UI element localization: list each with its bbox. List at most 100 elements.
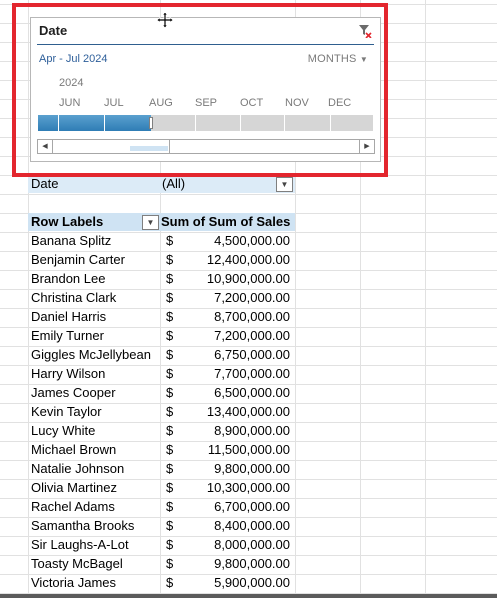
sales-value[interactable]: 8,900,000.00 — [214, 423, 290, 438]
time-level-dropdown[interactable]: MONTHS ▼ — [308, 53, 368, 65]
table-row[interactable]: Samantha Brooks $8,400,000.00 — [28, 516, 295, 535]
sales-value[interactable]: 10,300,000.00 — [207, 480, 290, 495]
period-divider — [240, 115, 241, 131]
row-label[interactable]: Banana Splitz — [31, 233, 111, 248]
currency-symbol: $ — [166, 328, 174, 343]
row-label[interactable]: Sir Laughs-A-Lot — [31, 537, 129, 552]
row-label[interactable]: Olivia Martinez — [31, 480, 117, 495]
currency-symbol: $ — [166, 290, 174, 305]
gridline-horizontal — [0, 194, 497, 195]
selection-resize-handle[interactable] — [149, 117, 153, 129]
table-row[interactable]: Banana Splitz $4,500,000.00 — [28, 231, 295, 250]
scroll-left-icon[interactable]: ◀ — [38, 140, 53, 153]
month-label: JUL — [104, 97, 124, 109]
row-label[interactable]: Samantha Brooks — [31, 518, 134, 533]
row-label[interactable]: Rachel Adams — [31, 499, 115, 514]
table-row[interactable]: Lucy White $8,900,000.00 — [28, 421, 295, 440]
row-label[interactable]: Natalie Johnson — [31, 461, 124, 476]
sales-value[interactable]: 6,500,000.00 — [214, 385, 290, 400]
row-label[interactable]: Kevin Taylor — [31, 404, 102, 419]
row-label[interactable]: Emily Turner — [31, 328, 104, 343]
slicer-title: Date — [39, 23, 68, 38]
sales-value[interactable]: 9,800,000.00 — [214, 556, 290, 571]
sales-value[interactable]: 7,200,000.00 — [214, 328, 290, 343]
timeline-selection[interactable] — [38, 115, 151, 131]
row-label[interactable]: Daniel Harris — [31, 309, 106, 324]
table-row[interactable]: Michael Brown $11,500,000.00 — [28, 440, 295, 459]
row-labels-filter-icon[interactable]: ▼ — [142, 215, 159, 230]
currency-symbol: $ — [166, 518, 174, 533]
scroll-preview-band — [130, 146, 168, 151]
table-row[interactable]: Sir Laughs-A-Lot $8,000,000.00 — [28, 535, 295, 554]
table-row[interactable]: Rachel Adams $6,700,000.00 — [28, 497, 295, 516]
currency-symbol: $ — [166, 309, 174, 324]
row-label[interactable]: Lucy White — [31, 423, 95, 438]
sales-value[interactable]: 7,700,000.00 — [214, 366, 290, 381]
table-row[interactable]: Brandon Lee $10,900,000.00 — [28, 269, 295, 288]
sales-value[interactable]: 8,400,000.00 — [214, 518, 290, 533]
period-divider — [104, 115, 105, 131]
currency-symbol: $ — [166, 366, 174, 381]
row-label[interactable]: Giggles McJellybean — [31, 347, 151, 362]
scroll-thumb[interactable] — [169, 140, 369, 153]
table-row[interactable]: Natalie Johnson $9,800,000.00 — [28, 459, 295, 478]
row-labels-header: Row Labels — [31, 214, 104, 229]
table-row[interactable]: Harry Wilson $7,700,000.00 — [28, 364, 295, 383]
table-row[interactable]: Christina Clark $7,200,000.00 — [28, 288, 295, 307]
filter-dropdown-icon[interactable]: ▼ — [276, 177, 293, 192]
currency-symbol: $ — [166, 461, 174, 476]
currency-symbol: $ — [166, 537, 174, 552]
sales-value[interactable]: 13,400,000.00 — [207, 404, 290, 419]
clear-filter-icon[interactable] — [358, 24, 372, 43]
table-row[interactable]: Emily Turner $7,200,000.00 — [28, 326, 295, 345]
table-row[interactable]: James Cooper $6,500,000.00 — [28, 383, 295, 402]
sales-value[interactable]: 10,900,000.00 — [207, 271, 290, 286]
row-label[interactable]: Victoria James — [31, 575, 116, 590]
timeline-scrollbar[interactable]: ◀ ▶ — [37, 139, 375, 154]
year-label: 2024 — [59, 77, 84, 89]
row-label[interactable]: Harry Wilson — [31, 366, 105, 381]
month-label: JUN — [59, 97, 81, 109]
currency-symbol: $ — [166, 423, 174, 438]
scroll-right-icon[interactable]: ▶ — [359, 140, 374, 153]
sales-value[interactable]: 8,000,000.00 — [214, 537, 290, 552]
table-row[interactable]: Daniel Harris $8,700,000.00 — [28, 307, 295, 326]
sales-value[interactable]: 4,500,000.00 — [214, 233, 290, 248]
currency-symbol: $ — [166, 347, 174, 362]
slicer-header-divider — [37, 44, 374, 45]
filter-value[interactable]: (All) — [162, 176, 185, 191]
sales-value[interactable]: 9,800,000.00 — [214, 461, 290, 476]
table-row[interactable]: Kevin Taylor $13,400,000.00 — [28, 402, 295, 421]
month-label: AUG — [149, 97, 173, 109]
table-row[interactable]: Giggles McJellybean $6,750,000.00 — [28, 345, 295, 364]
currency-symbol: $ — [166, 556, 174, 571]
sales-value[interactable]: 6,700,000.00 — [214, 499, 290, 514]
table-row[interactable]: Olivia Martinez $10,300,000.00 — [28, 478, 295, 497]
sales-value[interactable]: 8,700,000.00 — [214, 309, 290, 324]
row-label[interactable]: Brandon Lee — [31, 271, 105, 286]
row-label[interactable]: Toasty McBagel — [31, 556, 123, 571]
period-divider — [330, 115, 331, 131]
currency-symbol: $ — [166, 271, 174, 286]
row-label[interactable]: Benjamin Carter — [31, 252, 125, 267]
row-label[interactable]: Christina Clark — [31, 290, 116, 305]
sales-value[interactable]: 5,900,000.00 — [214, 575, 290, 590]
currency-symbol: $ — [166, 385, 174, 400]
currency-symbol: $ — [166, 575, 174, 590]
value-header: Sum of Sum of Sales — [161, 214, 291, 229]
row-label[interactable]: Michael Brown — [31, 442, 116, 457]
table-row[interactable]: Toasty McBagel $9,800,000.00 — [28, 554, 295, 573]
timeline-slicer[interactable]: Date Apr - Jul 2024 MONTHS ▼ 2024 JUN JU… — [30, 17, 381, 162]
pivot-report-filter[interactable]: Date (All) ▼ — [28, 175, 295, 193]
period-divider — [195, 115, 196, 131]
table-row[interactable]: Victoria James $5,900,000.00 — [28, 573, 295, 592]
table-row[interactable]: Benjamin Carter $12,400,000.00 — [28, 250, 295, 269]
sales-value[interactable]: 6,750,000.00 — [214, 347, 290, 362]
sales-value[interactable]: 12,400,000.00 — [207, 252, 290, 267]
timeline-bar[interactable] — [38, 115, 373, 131]
row-label[interactable]: James Cooper — [31, 385, 116, 400]
gridline-vertical — [425, 0, 426, 598]
sales-value[interactable]: 11,500,000.00 — [208, 442, 290, 457]
sales-value[interactable]: 7,200,000.00 — [214, 290, 290, 305]
currency-symbol: $ — [166, 404, 174, 419]
